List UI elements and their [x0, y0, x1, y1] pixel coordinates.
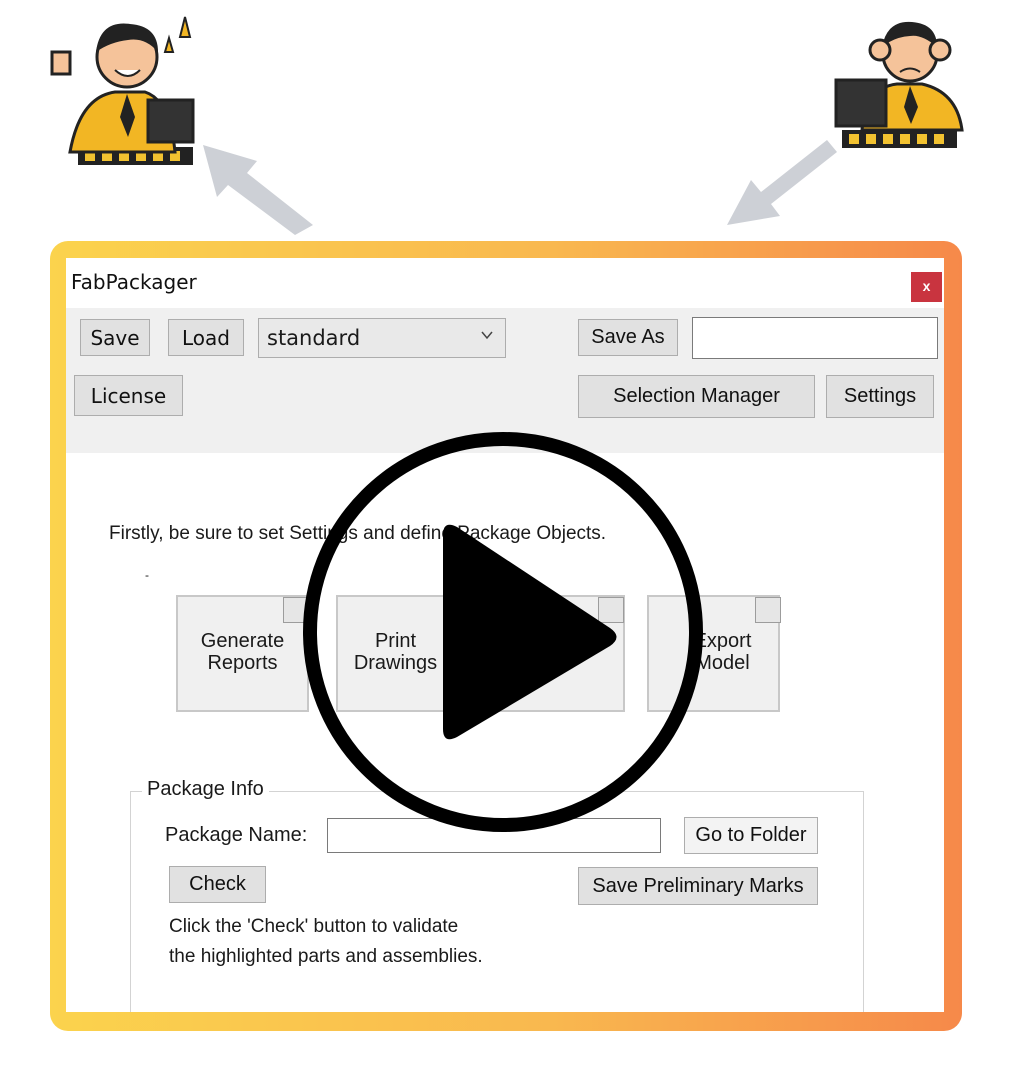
package-info-title: Package Info: [142, 778, 269, 801]
window-title: FabPackager: [71, 270, 197, 294]
go-to-folder-button[interactable]: Go to Folder: [684, 817, 818, 854]
arrow-down-left-icon: [727, 140, 837, 225]
config-select-value: standard: [267, 326, 361, 350]
dash-marker: -: [145, 568, 149, 582]
check-button[interactable]: Check: [169, 866, 266, 903]
generate-reports-label-line2: Reports: [207, 652, 278, 674]
selection-manager-button[interactable]: Selection Manager: [578, 375, 815, 418]
settings-button[interactable]: Settings: [826, 375, 934, 418]
arrow-up-left-icon: [203, 145, 313, 235]
close-button[interactable]: x: [911, 272, 942, 302]
export-model-checkbox[interactable]: [755, 597, 781, 623]
save-button[interactable]: Save: [80, 319, 150, 356]
save-as-button[interactable]: Save As: [578, 319, 678, 356]
generate-reports-button[interactable]: Generate Reports: [176, 595, 309, 712]
check-instructions: Click the 'Check' button to validate the…: [169, 912, 483, 972]
license-button[interactable]: License: [74, 375, 183, 416]
save-as-input[interactable]: [692, 317, 938, 359]
load-button[interactable]: Load: [168, 319, 244, 356]
config-select[interactable]: standard: [258, 318, 506, 358]
happy-worker-illustration: [50, 16, 195, 165]
package-name-label: Package Name:: [165, 824, 308, 846]
generate-reports-label-line1: Generate: [200, 630, 285, 652]
title-bar: FabPackager x: [66, 258, 944, 308]
play-icon[interactable]: [303, 432, 703, 832]
check-instructions-line1: Click the 'Check' button to validate: [169, 916, 459, 937]
chevron-down-icon: [481, 331, 493, 340]
save-preliminary-marks-button[interactable]: Save Preliminary Marks: [578, 867, 818, 905]
check-instructions-line2: the highlighted parts and assemblies.: [169, 946, 483, 967]
